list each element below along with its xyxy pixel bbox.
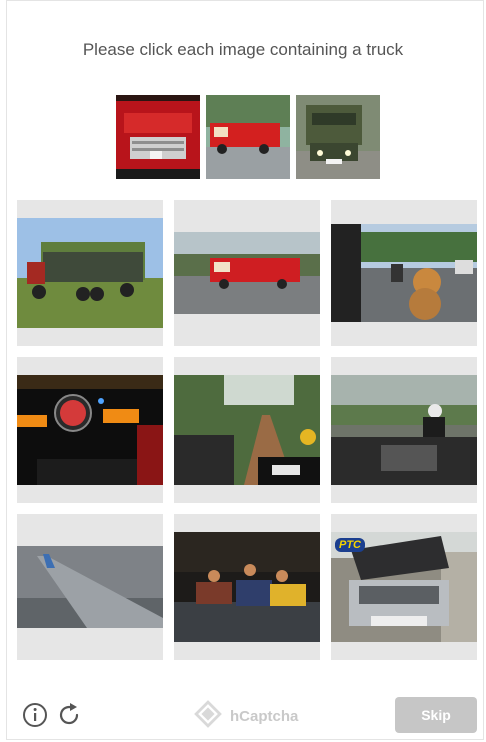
tile-image	[331, 224, 477, 322]
tile-2-fire-truck[interactable]	[174, 200, 320, 346]
tile-4-dashboard[interactable]	[17, 357, 163, 503]
info-icon[interactable]	[22, 702, 48, 728]
example-image-red-truck-front	[116, 95, 200, 179]
tile-8-motorcycles-night[interactable]	[174, 514, 320, 660]
tile-1-hay-truck[interactable]	[17, 200, 163, 346]
tile-image	[174, 232, 320, 314]
tile-5-forest-trail[interactable]	[174, 357, 320, 503]
tile-image	[174, 532, 320, 642]
example-image-military-truck	[296, 95, 380, 179]
tile-3-motorcycle-bear[interactable]	[331, 200, 477, 346]
tile-image	[17, 546, 163, 628]
skip-button[interactable]: Skip	[395, 697, 477, 733]
bus-sign-label: PTC	[335, 538, 365, 552]
hcaptcha-logo-icon	[194, 700, 222, 732]
example-images	[116, 95, 380, 179]
tile-7-airplane-wing[interactable]	[17, 514, 163, 660]
tile-9-car-hood-open[interactable]: PTC	[331, 514, 477, 660]
tile-image	[17, 375, 163, 485]
tile-image: PTC	[331, 532, 477, 642]
tile-image	[17, 218, 163, 328]
refresh-icon[interactable]	[56, 702, 82, 728]
tile-6-motorcycle-road[interactable]	[331, 357, 477, 503]
tile-image	[331, 375, 477, 485]
challenge-prompt: Please click each image containing a tru…	[82, 40, 404, 59]
example-image-fire-engine	[206, 95, 290, 179]
hcaptcha-logo: hCaptcha	[194, 700, 298, 732]
hcaptcha-brand-text: hCaptcha	[230, 707, 299, 725]
tile-image	[174, 375, 320, 485]
